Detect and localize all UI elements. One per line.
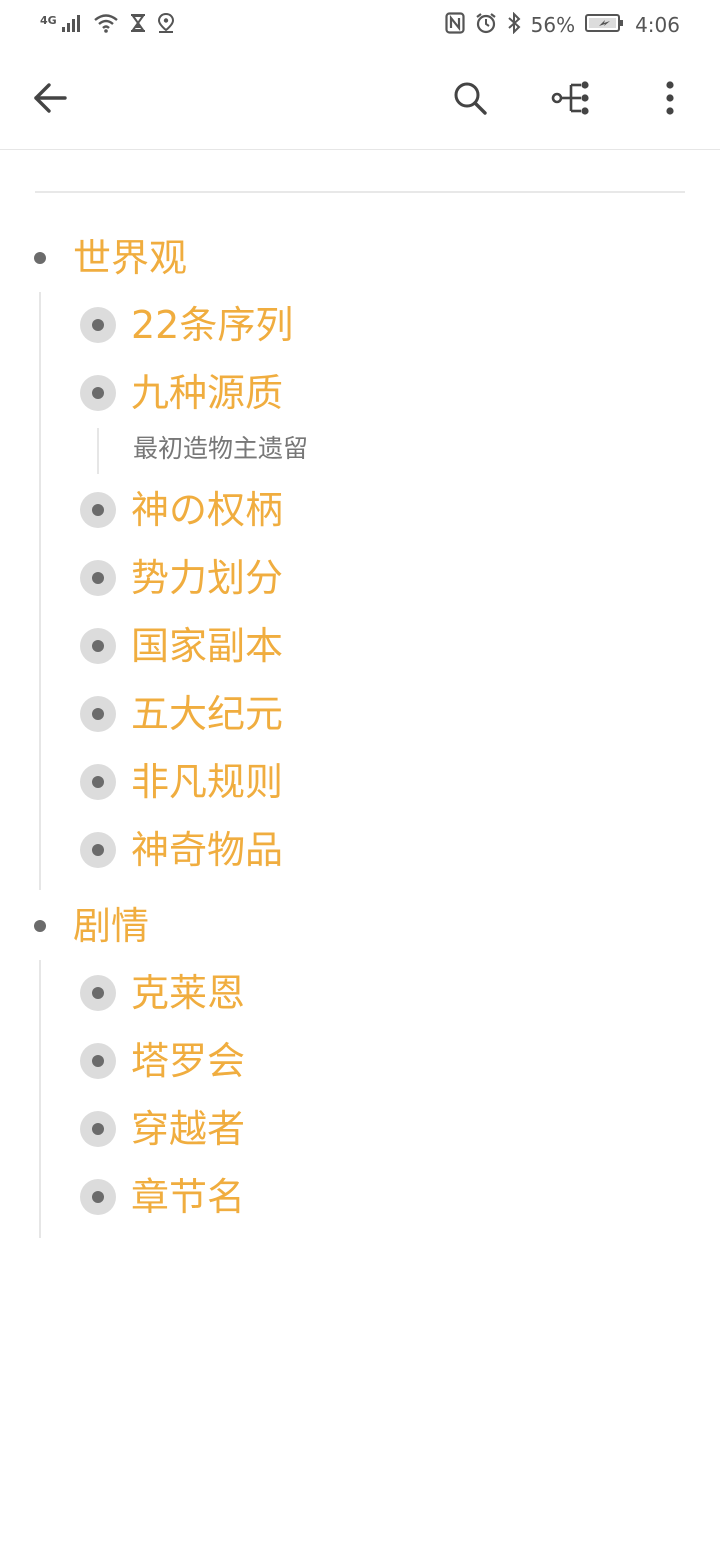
node-title[interactable]: 塔罗会: [131, 1033, 245, 1089]
outline-node-level2[interactable]: 克莱恩: [0, 965, 720, 1021]
outline-node-level2[interactable]: 22条序列: [0, 297, 720, 353]
search-button[interactable]: [445, 75, 495, 125]
outline-node-level2[interactable]: 塔罗会: [0, 1033, 720, 1089]
bullet-icon[interactable]: [80, 1179, 116, 1215]
location-icon: [157, 12, 175, 38]
bullet-icon[interactable]: [80, 375, 116, 411]
outline-node-level2[interactable]: 势力划分: [0, 550, 720, 606]
battery-icon: [585, 13, 625, 38]
note-guide-line: [97, 428, 99, 474]
battery-percent: 56%: [530, 13, 576, 37]
mindmap-icon: [551, 80, 591, 120]
outline-node-level1[interactable]: 世界观: [0, 230, 720, 286]
nfc-icon: [445, 11, 465, 39]
node-title[interactable]: 世界观: [73, 230, 187, 286]
node-title[interactable]: 国家副本: [131, 618, 283, 674]
bullet-icon[interactable]: [80, 307, 116, 343]
search-icon: [452, 80, 488, 120]
outline-node-level2[interactable]: 五大纪元: [0, 686, 720, 742]
status-left: 4G: [40, 12, 175, 38]
bullet-icon[interactable]: [80, 832, 116, 868]
outline-node-level2[interactable]: 穿越者: [0, 1101, 720, 1157]
status-bar: 4G 56% 4:06: [0, 0, 720, 50]
node-title[interactable]: 势力划分: [131, 550, 283, 606]
node-title[interactable]: 神の权柄: [131, 482, 283, 538]
outline-node-level2[interactable]: 章节名: [0, 1169, 720, 1225]
top-toolbar: [0, 50, 720, 150]
content-divider: [35, 191, 685, 193]
outline-node-level1[interactable]: 剧情: [0, 898, 720, 954]
bullet-icon[interactable]: [80, 560, 116, 596]
node-title[interactable]: 非凡规则: [131, 754, 283, 810]
node-title[interactable]: 章节名: [131, 1169, 245, 1225]
outline-node-level2[interactable]: 神の权柄: [0, 482, 720, 538]
bullet-icon[interactable]: [34, 252, 46, 264]
back-arrow-icon: [32, 80, 68, 120]
more-options-button[interactable]: [645, 75, 695, 125]
bullet-icon[interactable]: [80, 492, 116, 528]
bullet-icon[interactable]: [80, 1043, 116, 1079]
bullet-icon[interactable]: [80, 696, 116, 732]
bullet-icon[interactable]: [80, 975, 116, 1011]
bullet-icon[interactable]: [80, 764, 116, 800]
network-type-label: 4G: [40, 13, 57, 27]
bullet-icon[interactable]: [80, 628, 116, 664]
bluetooth-icon: [507, 11, 521, 39]
node-title[interactable]: 五大纪元: [131, 686, 283, 742]
outline-node-level2[interactable]: 神奇物品: [0, 822, 720, 878]
wifi-icon: [93, 13, 119, 38]
hourglass-icon: [129, 13, 147, 38]
status-right: 56% 4:06: [445, 11, 680, 39]
alarm-icon: [475, 12, 497, 39]
node-title[interactable]: 克莱恩: [131, 965, 245, 1021]
back-button[interactable]: [25, 75, 75, 125]
node-title[interactable]: 穿越者: [131, 1101, 245, 1157]
outline-node-level2[interactable]: 国家副本: [0, 618, 720, 674]
node-title[interactable]: 神奇物品: [131, 822, 283, 878]
more-vertical-icon: [664, 80, 676, 120]
node-title[interactable]: 22条序列: [131, 297, 293, 353]
node-note[interactable]: 最初造物主遗留: [133, 429, 308, 469]
mindmap-button[interactable]: [546, 75, 596, 125]
signal-icon: [61, 13, 83, 38]
clock-time: 4:06: [635, 13, 680, 37]
bullet-icon[interactable]: [80, 1111, 116, 1147]
outline-node-level2[interactable]: 非凡规则: [0, 754, 720, 810]
outline-node-level2[interactable]: 九种源质: [0, 365, 720, 421]
node-title[interactable]: 九种源质: [131, 365, 283, 421]
node-title[interactable]: 剧情: [73, 898, 149, 954]
bullet-icon[interactable]: [34, 920, 46, 932]
